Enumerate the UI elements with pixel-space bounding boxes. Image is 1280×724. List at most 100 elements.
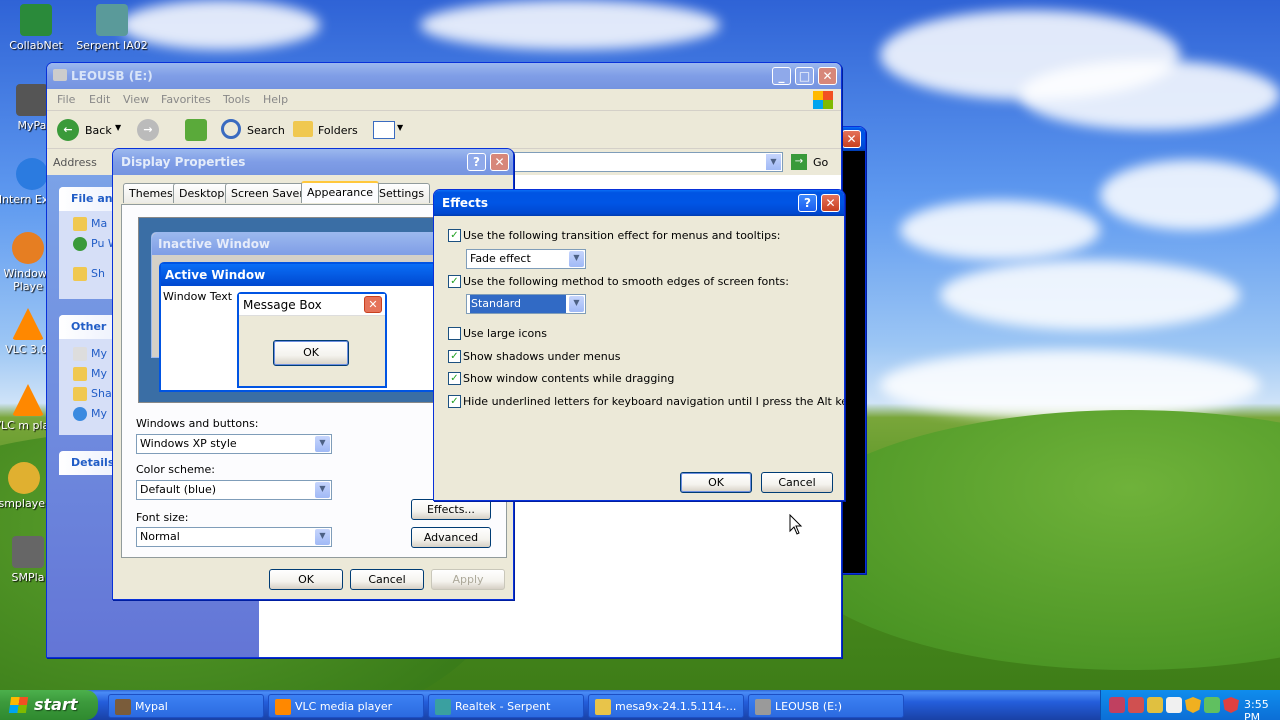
go-arrow-icon[interactable]: → bbox=[791, 154, 807, 170]
tab-screen-saver[interactable]: Screen Saver bbox=[225, 183, 310, 203]
back-arrow-icon[interactable]: ← bbox=[57, 119, 79, 141]
system-tray: 3:55 PM bbox=[1100, 690, 1280, 724]
font-size-select[interactable]: Normal ▼ bbox=[136, 527, 332, 547]
drag-contents-checkbox[interactable]: ✓ bbox=[448, 372, 461, 385]
other-place-label: My bbox=[91, 367, 108, 380]
menu-file[interactable]: File bbox=[57, 93, 75, 106]
tab-appearance[interactable]: Appearance bbox=[301, 181, 380, 203]
chevron-down-icon: ▼ bbox=[315, 529, 330, 545]
taskbar: start Mypal VLC media player Realtek - S… bbox=[0, 690, 1280, 724]
transition-effect-checkbox[interactable]: ✓ bbox=[448, 229, 461, 242]
smplayer-icon bbox=[8, 462, 40, 494]
security-shield-icon[interactable] bbox=[1185, 697, 1201, 713]
tray-app-icon[interactable] bbox=[1204, 697, 1220, 713]
explorer-titlebar[interactable]: LEOUSB (E:) _ □ ✕ bbox=[47, 63, 841, 89]
tray-app-icon[interactable] bbox=[1128, 697, 1144, 713]
preview-active-title: Active Window bbox=[161, 264, 457, 286]
start-button[interactable]: start bbox=[0, 690, 98, 720]
effects-ok-button[interactable]: OK bbox=[680, 472, 752, 493]
menu-help[interactable]: Help bbox=[263, 93, 288, 106]
cloud bbox=[900, 200, 1100, 260]
tab-desktop[interactable]: Desktop bbox=[173, 183, 231, 203]
cancel-button[interactable]: Cancel bbox=[350, 569, 424, 590]
dropdown-arrow-icon[interactable]: ▼ bbox=[397, 123, 403, 132]
tab-label: Screen Saver bbox=[231, 187, 304, 200]
ok-button[interactable]: OK bbox=[269, 569, 343, 590]
menu-shadows-checkbox[interactable]: ✓ bbox=[448, 350, 461, 363]
smooth-fonts-checkbox[interactable]: ✓ bbox=[448, 275, 461, 288]
desktop-icon-label: VLC 3.0. bbox=[5, 343, 51, 356]
file-task-item[interactable]: Ma bbox=[73, 217, 107, 231]
menu-tools[interactable]: Tools bbox=[223, 93, 250, 106]
windows-buttons-select[interactable]: Windows XP style ▼ bbox=[136, 434, 332, 454]
taskbar-button-label: Mypal bbox=[135, 700, 168, 713]
other-place-item[interactable]: Sha bbox=[73, 387, 112, 401]
taskbar-button-mypal[interactable]: Mypal bbox=[108, 694, 264, 718]
internet-explorer-icon bbox=[16, 158, 48, 190]
dropdown-arrow-icon[interactable]: ▼ bbox=[766, 154, 781, 170]
folders-icon[interactable] bbox=[293, 121, 313, 137]
other-place-item[interactable]: My bbox=[73, 367, 107, 381]
views-icon[interactable] bbox=[373, 121, 395, 139]
smooth-fonts-select[interactable]: Standard ▼ bbox=[466, 294, 586, 314]
taskbar-button-realtek[interactable]: Realtek - Serpent bbox=[428, 694, 584, 718]
display-properties-titlebar[interactable]: Display Properties ? ✕ bbox=[113, 149, 513, 175]
back-button-label[interactable]: Back bbox=[85, 124, 112, 137]
apply-button[interactable]: Apply bbox=[431, 569, 505, 590]
up-folder-icon[interactable] bbox=[185, 119, 207, 141]
maximize-icon[interactable]: □ bbox=[795, 67, 814, 85]
desktop-icon-serpent[interactable]: Serpent IA02 bbox=[76, 4, 148, 52]
effects-titlebar[interactable]: Effects ? ✕ bbox=[434, 190, 844, 216]
tab-settings[interactable]: Settings bbox=[373, 183, 431, 203]
close-icon[interactable]: ✕ bbox=[821, 194, 840, 212]
other-place-item[interactable]: My bbox=[73, 347, 107, 361]
desktop-icon-collabnet[interactable]: CollabNet bbox=[0, 4, 72, 52]
menu-favorites[interactable]: Favorites bbox=[161, 93, 211, 106]
close-icon[interactable]: ✕ bbox=[818, 67, 837, 85]
tray-app-icon[interactable] bbox=[1109, 697, 1125, 713]
shield-icon[interactable] bbox=[1223, 697, 1239, 713]
taskbar-button-vlc[interactable]: VLC media player bbox=[268, 694, 424, 718]
help-icon[interactable]: ? bbox=[467, 153, 486, 171]
effects-title: Effects bbox=[442, 196, 489, 210]
search-icon[interactable] bbox=[221, 119, 241, 139]
hide-underline-label: Hide underlined letters for keyboard nav… bbox=[463, 395, 845, 408]
taskbar-button-leousb[interactable]: LEOUSB (E:) bbox=[748, 694, 904, 718]
preview-message-box: Message Box ✕ OK bbox=[237, 292, 387, 388]
cloud bbox=[1020, 60, 1280, 130]
shared-documents-icon bbox=[73, 387, 87, 401]
tab-themes[interactable]: Themes bbox=[123, 183, 179, 203]
serpent-icon bbox=[96, 4, 128, 36]
taskbar-button-mesa[interactable]: mesa9x-24.1.5.114-... bbox=[588, 694, 744, 718]
hide-underline-checkbox[interactable]: ✓ bbox=[448, 395, 461, 408]
effects-button[interactable]: Effects... bbox=[411, 499, 491, 520]
effects-cancel-button[interactable]: Cancel bbox=[761, 472, 833, 493]
minimize-icon[interactable]: _ bbox=[772, 67, 791, 85]
color-scheme-select[interactable]: Default (blue) ▼ bbox=[136, 480, 332, 500]
menu-view[interactable]: View bbox=[123, 93, 149, 106]
collabnet-icon bbox=[20, 4, 52, 36]
close-icon[interactable]: ✕ bbox=[490, 153, 509, 171]
mypal-icon bbox=[115, 699, 131, 715]
clock[interactable]: 3:55 PM bbox=[1244, 698, 1280, 724]
help-icon[interactable]: ? bbox=[798, 194, 817, 212]
search-button-label[interactable]: Search bbox=[247, 124, 285, 137]
vlc-icon bbox=[12, 384, 44, 416]
other-place-label: My bbox=[91, 407, 108, 420]
effects-dialog[interactable]: Effects ? ✕ ✓ Use the following transiti… bbox=[433, 189, 845, 501]
large-icons-checkbox[interactable] bbox=[448, 327, 461, 340]
folders-button-label[interactable]: Folders bbox=[318, 124, 358, 137]
drive-icon bbox=[53, 69, 67, 81]
dropdown-arrow-icon[interactable]: ▼ bbox=[115, 123, 121, 132]
advanced-button[interactable]: Advanced bbox=[411, 527, 491, 548]
go-button-label[interactable]: Go bbox=[813, 156, 828, 169]
file-task-item[interactable]: Sh bbox=[73, 267, 105, 281]
menu-edit[interactable]: Edit bbox=[89, 93, 110, 106]
other-place-item[interactable]: My bbox=[73, 407, 107, 421]
close-icon[interactable]: ✕ bbox=[842, 130, 861, 148]
tray-app-icon[interactable] bbox=[1147, 697, 1163, 713]
transition-effect-select[interactable]: Fade effect ▼ bbox=[466, 249, 586, 269]
address-input[interactable]: ▼ bbox=[513, 152, 783, 172]
forward-arrow-icon[interactable]: → bbox=[137, 119, 159, 141]
tray-app-icon[interactable] bbox=[1166, 697, 1182, 713]
